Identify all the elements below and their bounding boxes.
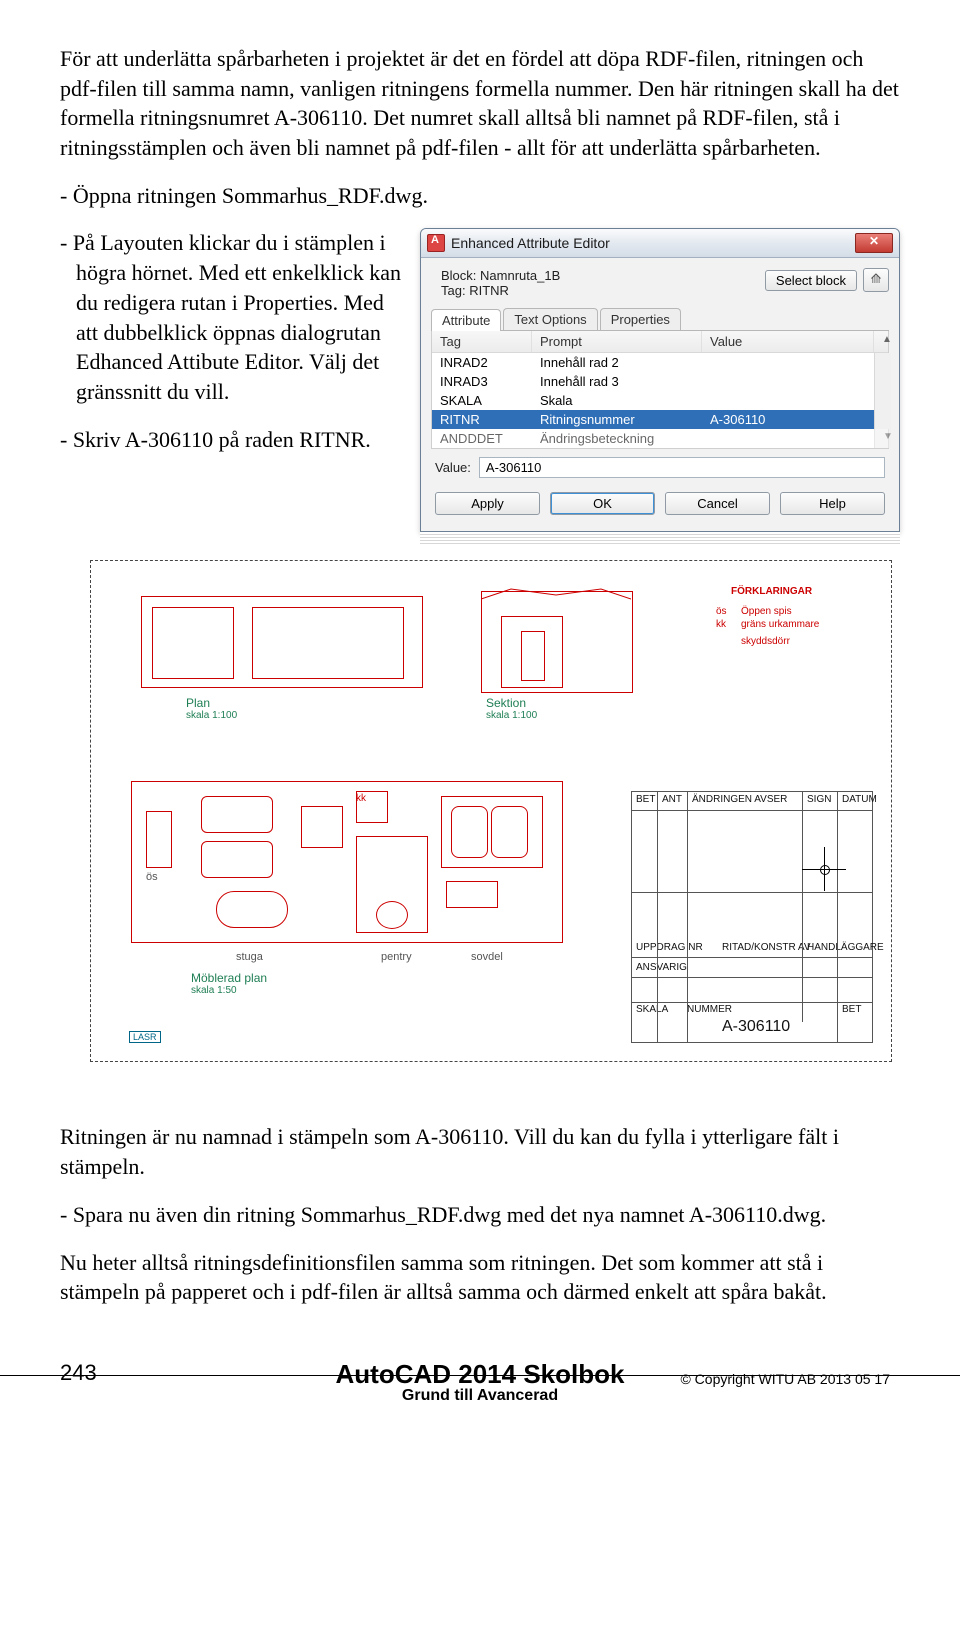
room-sovdel: sovdel [471, 951, 503, 963]
room-stuga: stuga [236, 951, 263, 963]
select-block-button[interactable]: Select block [765, 270, 857, 291]
paragraph: För att underlätta spårbarheten i projek… [60, 44, 900, 163]
paragraph: Nu heter alltså ritningsdefinitionsfilen… [60, 1248, 900, 1307]
ok-button[interactable]: OK [550, 492, 655, 515]
dialog-title: Enhanced Attribute Editor [451, 235, 610, 251]
value-label: Value: [435, 460, 471, 475]
bullet-item: - Skriv A-306110 på raden RITNR. [60, 425, 406, 455]
tab-text-options[interactable]: Text Options [503, 308, 597, 330]
bullet-item: - Öppna ritningen Sommarhus_RDF.dwg. [60, 181, 900, 211]
close-icon[interactable]: ✕ [855, 233, 893, 253]
legend-item: gräns urkammare [741, 619, 819, 630]
caption-sektion-scale: skala 1:100 [486, 710, 537, 721]
lasr-label: LASR [129, 1031, 161, 1043]
col-tag[interactable]: Tag [432, 331, 532, 352]
value-input[interactable]: A-306110 [479, 457, 885, 478]
caption-moblerad-scale: skala 1:50 [191, 985, 267, 996]
help-button[interactable]: Help [780, 492, 885, 515]
bullet-item: - På Layouten klickar du i stämplen i hö… [60, 228, 406, 406]
paragraph: Ritningen är nu namnad i stämpeln som A-… [60, 1122, 900, 1181]
legend-header: FÖRKLARINGAR [731, 586, 812, 597]
attribute-grid: Tag Prompt Value ▲ INRAD2Innehåll rad 2 … [431, 331, 889, 449]
attribute-editor-dialog: Enhanced Attribute Editor ✕ Block: Namnr… [420, 228, 900, 532]
tab-properties[interactable]: Properties [600, 308, 681, 330]
scroll-up-icon[interactable]: ▲ [874, 331, 890, 352]
table-row[interactable]: INRAD2Innehåll rad 2 [432, 353, 888, 372]
legend-item: skyddsdörr [741, 636, 790, 647]
apply-button[interactable]: Apply [435, 492, 540, 515]
pick-block-icon[interactable]: ⟰ [863, 268, 889, 292]
caption-plan: Plan [186, 696, 210, 710]
caption-moblerad: Möblerad plan [191, 971, 267, 985]
col-prompt[interactable]: Prompt [532, 331, 702, 352]
room-os: ös [146, 871, 158, 883]
room-pentry: pentry [381, 951, 412, 963]
table-row-selected[interactable]: RITNRRitningsnummerA-306110 [432, 410, 888, 429]
table-row[interactable]: INRAD3Innehåll rad 3 [432, 372, 888, 391]
title-block: BET ANT ÄNDRINGEN AVSER SIGN DATUM UPPDR… [631, 791, 873, 1043]
copyright: © Copyright WITU AB 2013 05 17 [680, 1371, 890, 1387]
scroll-down-icon[interactable]: ▼ [874, 429, 891, 448]
layout-preview: Plan skala 1:100 Sektion skala 1:100 FÖR… [90, 560, 892, 1062]
tag-value: RITNR [469, 283, 509, 298]
book-subtitle: Grund till Avancerad [0, 1387, 960, 1405]
table-row[interactable]: ANDDDETÄndringsbeteckning▼ [432, 429, 888, 448]
tag-label: Tag: [441, 283, 466, 298]
block-label: Block: [441, 268, 476, 283]
caption-sektion: Sektion [486, 696, 526, 710]
app-icon [427, 234, 445, 252]
tab-attribute[interactable]: Attribute [431, 309, 501, 331]
page-footer: 243 AutoCAD 2014 Skolbok Grund till Avan… [0, 1355, 960, 1407]
caption-plan-scale: skala 1:100 [186, 710, 237, 721]
legend-item: Öppen spis [741, 606, 792, 617]
table-row[interactable]: SKALASkala [432, 391, 888, 410]
bullet-item: - Spara nu även din ritning Sommarhus_RD… [60, 1200, 900, 1230]
block-value: Namnruta_1B [480, 268, 560, 283]
cancel-button[interactable]: Cancel [665, 492, 770, 515]
col-value[interactable]: Value [702, 331, 874, 352]
